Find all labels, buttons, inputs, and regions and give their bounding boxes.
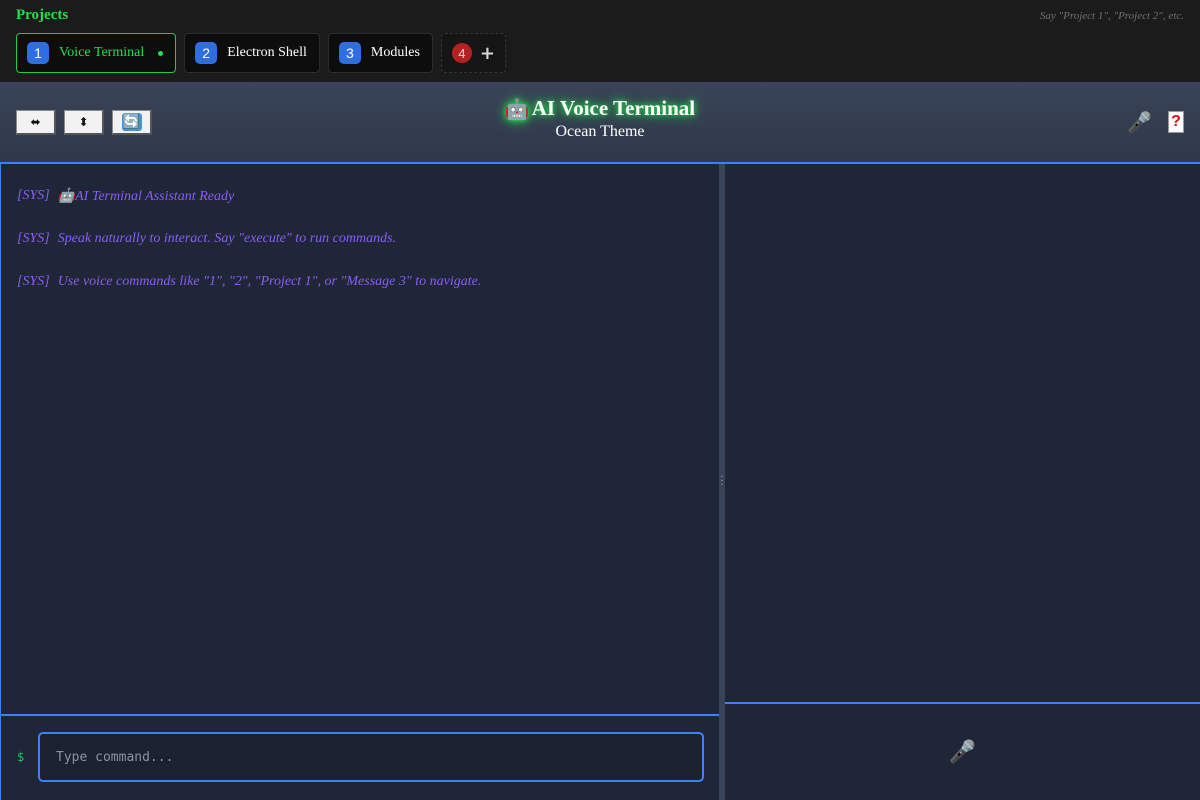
- project-bar: Projects Say "Project 1", "Project 2", e…: [0, 0, 1200, 82]
- terminal-header: ⬌ ⬍ 🔄 🤖 AI Voice Terminal Ocean Theme 🎤 …: [0, 82, 1200, 164]
- title-block: 🤖 AI Voice Terminal Ocean Theme: [0, 96, 1200, 141]
- project-tab-3[interactable]: 3 Modules: [327, 33, 433, 73]
- command-bar: $: [1, 714, 720, 800]
- add-project-tab[interactable]: 4 +: [440, 33, 506, 73]
- active-dot-icon: [158, 50, 164, 56]
- log-line: [SYS] Speak naturally to interact. Say "…: [17, 231, 703, 274]
- page-title: 🤖 AI Voice Terminal: [505, 96, 695, 121]
- help-icon[interactable]: ?: [1168, 111, 1184, 133]
- tab-number-badge: 1: [27, 42, 49, 64]
- log-text: Use voice commands like "1", "2", "Proje…: [57, 274, 482, 289]
- voice-input-area: 🎤: [725, 702, 1200, 800]
- terminal-pane: [SYS] 🤖AI Terminal Assistant Ready [SYS]…: [0, 164, 720, 800]
- command-input[interactable]: [38, 732, 704, 782]
- project-tab-2[interactable]: 2 Electron Shell: [184, 33, 320, 73]
- terminal-log: [SYS] 🤖AI Terminal Assistant Ready [SYS]…: [17, 188, 703, 317]
- log-line: [SYS] Use voice commands like "1", "2", …: [17, 274, 703, 317]
- projects-label: Projects: [16, 7, 69, 23]
- tab-label: Electron Shell: [227, 45, 307, 60]
- title-text: AI Voice Terminal: [531, 96, 696, 120]
- drag-grip-icon: · · ·: [720, 472, 724, 491]
- output-pane: 🎤: [725, 164, 1200, 800]
- log-tag: [SYS]: [17, 274, 50, 289]
- header-actions: 🎤 ?: [1127, 110, 1184, 134]
- prompt-symbol: $: [17, 750, 25, 764]
- voice-hint: Say "Project 1", "Project 2", etc.: [1039, 10, 1184, 22]
- project-tabs: 1 Voice Terminal 2 Electron Shell 3 Modu…: [16, 33, 506, 73]
- log-line: [SYS] 🤖AI Terminal Assistant Ready: [17, 188, 703, 231]
- plus-icon: +: [479, 42, 495, 64]
- tab-number-badge: 4: [451, 43, 472, 63]
- project-tab-1[interactable]: 1 Voice Terminal: [16, 33, 177, 73]
- microphone-icon[interactable]: 🎤: [1127, 110, 1152, 134]
- microphone-icon[interactable]: 🎤: [949, 740, 976, 765]
- log-tag: [SYS]: [17, 231, 50, 246]
- tab-number-badge: 2: [195, 42, 218, 64]
- theme-subtitle: Ocean Theme: [555, 123, 645, 140]
- robot-icon: 🤖: [504, 96, 530, 121]
- tab-number-badge: 3: [338, 42, 361, 64]
- log-text: 🤖AI Terminal Assistant Ready: [57, 189, 235, 204]
- log-text: Speak naturally to interact. Say "execut…: [57, 231, 397, 246]
- tab-label: Voice Terminal: [59, 45, 145, 60]
- log-tag: [SYS]: [17, 188, 50, 203]
- tab-label: Modules: [370, 45, 420, 60]
